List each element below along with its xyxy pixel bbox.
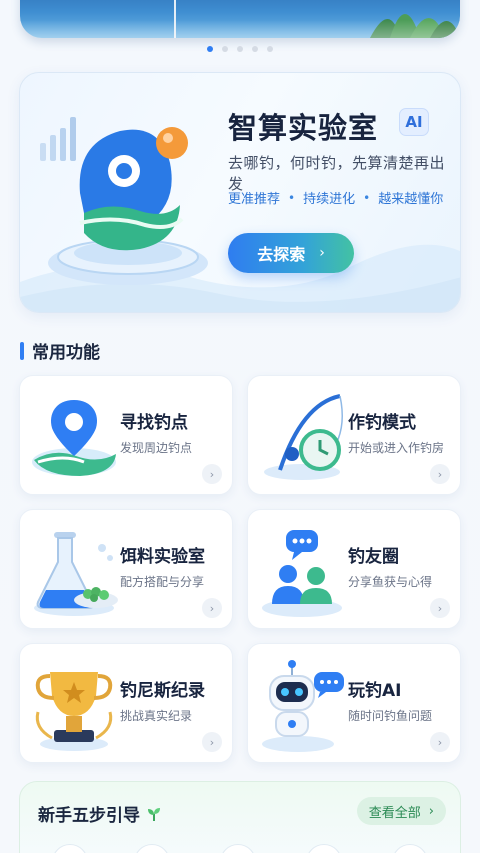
carousel-dot[interactable] <box>237 46 243 52</box>
flask-bait-icon <box>34 532 118 616</box>
ai-badge: AI <box>399 108 429 136</box>
smart-lab-logo-icon <box>40 117 208 285</box>
chevron-right-icon[interactable]: › <box>202 598 222 618</box>
card-title: 钓友圈 <box>348 547 399 567</box>
smart-lab-banner[interactable]: 智算实验室 AI 去哪钓，何时钓，先算清楚再出发 更准推荐 • 持续进化 • 越… <box>19 72 461 313</box>
step-4-icon[interactable] <box>306 844 342 853</box>
card-subtitle: 配方搭配与分享 <box>120 575 205 589</box>
chevron-right-icon[interactable]: › <box>202 732 222 752</box>
chevron-right-icon: › <box>428 803 434 819</box>
hero-tag: 更准推荐 <box>228 192 281 207</box>
feature-card-records[interactable]: 钓尼斯纪录 挑战真实纪录 › <box>19 643 233 763</box>
card-subtitle: 发现周边钓点 <box>120 441 193 455</box>
feature-card-anglers-circle[interactable]: 钓友圈 分享鱼获与心得 › <box>247 509 461 629</box>
chevron-right-icon[interactable]: › <box>430 464 450 484</box>
carousel-dot[interactable] <box>252 46 258 52</box>
chevron-right-icon[interactable]: › <box>430 732 450 752</box>
trophy-icon <box>35 672 113 751</box>
view-all-label: 查看全部 <box>368 805 421 821</box>
section-header: 常用功能 <box>20 338 100 363</box>
view-all-button[interactable]: 查看全部 › <box>356 797 446 825</box>
hero-tag: 越来越懂你 <box>378 192 444 207</box>
hero-tags: 更准推荐 • 持续进化 • 越来越懂你 <box>228 188 444 208</box>
card-subtitle: 挑战真实纪录 <box>120 709 193 723</box>
carousel-dot[interactable] <box>267 46 273 52</box>
card-subtitle: 开始或进入作钓房 <box>348 441 445 455</box>
map-pin-icon <box>32 400 116 476</box>
feature-card-fishing-ai[interactable]: 玩钓AI 随时问钓鱼问题 › <box>247 643 461 763</box>
section-title: 常用功能 <box>32 343 100 363</box>
chevron-right-icon[interactable]: › <box>430 598 450 618</box>
explore-button-label: 去探索 <box>257 245 306 264</box>
tag-separator: • <box>363 190 371 205</box>
card-title: 钓尼斯纪录 <box>120 681 205 701</box>
step-2-icon[interactable] <box>134 844 170 853</box>
step-5-icon[interactable] <box>392 844 428 853</box>
guide-title: 新手五步引导 <box>38 801 162 826</box>
chevron-right-icon[interactable]: › <box>202 464 222 484</box>
beginner-guide-section: 新手五步引导 查看全部 › <box>19 781 461 853</box>
sprout-icon <box>148 807 160 821</box>
friends-chat-icon <box>262 530 342 617</box>
card-subtitle: 分享鱼获与心得 <box>348 575 433 589</box>
carousel-dot[interactable] <box>207 46 213 52</box>
carousel-dot[interactable] <box>222 46 228 52</box>
hero-title: 智算实验室 <box>228 111 379 145</box>
fishing-rod-clock-icon <box>264 394 343 480</box>
card-subtitle: 随时问钓鱼问题 <box>348 709 433 723</box>
explore-button[interactable]: 去探索 › <box>228 233 354 273</box>
feature-card-bait-lab[interactable]: 饵料实验室 配方搭配与分享 › <box>19 509 233 629</box>
card-title: 饵料实验室 <box>120 547 205 567</box>
step-1-icon[interactable] <box>52 844 88 853</box>
carousel-indicator <box>0 46 480 52</box>
card-title: 作钓模式 <box>348 413 416 433</box>
chevron-right-icon: › <box>319 245 325 261</box>
guide-title-text: 新手五步引导 <box>38 806 140 826</box>
step-3-icon[interactable] <box>220 844 256 853</box>
hero-tag: 持续进化 <box>303 192 356 207</box>
top-banner-image[interactable] <box>20 0 460 38</box>
card-title: 寻找钓点 <box>120 413 188 433</box>
feature-card-find-spot[interactable]: 寻找钓点 发现周边钓点 › <box>19 375 233 495</box>
feature-card-fishing-mode[interactable]: 作钓模式 开始或进入作钓房 › <box>247 375 461 495</box>
card-title: 玩钓AI <box>348 681 402 701</box>
section-accent-bar <box>20 341 24 360</box>
tag-separator: • <box>288 190 296 205</box>
robot-icon <box>262 660 344 752</box>
